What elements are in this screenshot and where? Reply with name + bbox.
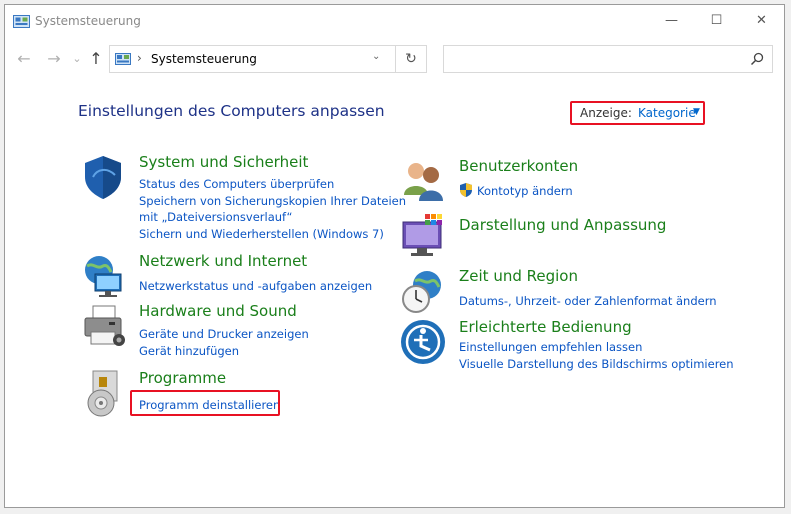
link-add-device[interactable]: Gerät hinzufügen — [139, 344, 239, 358]
shield-icon[interactable] — [79, 153, 127, 201]
users-icon[interactable] — [399, 157, 447, 205]
link-devices-printers[interactable]: Geräte und Drucker anzeigen — [139, 327, 309, 341]
view-by-selector[interactable]: Anzeige: Kategorie ▼ — [570, 101, 705, 125]
title-bar: Systemsteuerung — ☐ ✕ — [5, 5, 784, 37]
category-network-internet: Netzwerk und Internet Netzwerkstatus und… — [79, 252, 399, 297]
highlight-uninstall-box — [130, 390, 280, 416]
address-dropdown-button[interactable]: ⌄ — [372, 51, 380, 62]
category-user-accounts: Benutzerkonten Kontotyp ändern — [399, 157, 719, 202]
chevron-down-icon: ▼ — [693, 107, 700, 117]
link-date-time-format[interactable]: Datums-, Uhrzeit- oder Zahlenformat ände… — [459, 294, 717, 308]
window-title: Systemsteuerung — [35, 14, 141, 28]
category-title[interactable]: Erleichterte Bedienung — [459, 318, 632, 336]
breadcrumb-control-panel[interactable]: Systemsteuerung — [151, 52, 257, 66]
up-button[interactable]: ↑ — [87, 49, 105, 69]
category-title[interactable]: System und Sicherheit — [139, 153, 308, 171]
category-time-region: Zeit und Region Datums-, Uhrzeit- oder Z… — [399, 267, 719, 317]
back-button[interactable]: ← — [15, 49, 33, 69]
accessibility-icon[interactable] — [399, 318, 447, 366]
category-title[interactable]: Zeit und Region — [459, 267, 578, 285]
link-optimize-display[interactable]: Visuelle Darstellung des Bildschirms opt… — [459, 357, 734, 371]
view-by-value[interactable]: Kategorie — [638, 106, 696, 120]
link-change-account-type[interactable]: Kontotyp ändern — [477, 184, 573, 198]
category-hardware-sound: Hardware und Sound Geräte und Drucker an… — [79, 302, 399, 362]
minimize-button[interactable]: — — [649, 5, 694, 37]
network-globe-icon[interactable] — [79, 252, 127, 300]
category-appearance: Darstellung und Anpassung — [399, 212, 719, 262]
monitor-palette-icon[interactable] — [399, 212, 447, 260]
view-by-label: Anzeige: — [580, 106, 632, 120]
search-input[interactable] — [443, 45, 773, 73]
address-bar[interactable]: › Systemsteuerung ⌄ ↻ — [109, 45, 427, 73]
forward-button[interactable]: → — [45, 49, 63, 69]
link-network-status[interactable]: Netzwerkstatus und -aufgaben anzeigen — [139, 279, 372, 293]
close-button[interactable]: ✕ — [739, 5, 784, 37]
link-file-history[interactable]: mit „Dateiversionsverlauf“ — [139, 210, 292, 224]
programs-disc-icon[interactable] — [79, 369, 127, 417]
refresh-button[interactable]: ↻ — [395, 46, 426, 72]
link-backup-files[interactable]: Speichern von Sicherungskopien Ihrer Dat… — [139, 194, 406, 208]
control-panel-icon — [13, 15, 30, 28]
category-title[interactable]: Hardware und Sound — [139, 302, 297, 320]
breadcrumb-separator: › — [137, 51, 142, 65]
category-title[interactable]: Benutzerkonten — [459, 157, 578, 175]
control-panel-window: Systemsteuerung — ☐ ✕ ← → ⌄ ↑ › Systemst… — [4, 4, 785, 508]
category-title[interactable]: Netzwerk und Internet — [139, 252, 307, 270]
category-title[interactable]: Programme — [139, 369, 226, 387]
uac-shield-icon — [460, 183, 472, 197]
navigation-bar: ← → ⌄ ↑ › Systemsteuerung ⌄ ↻ — [5, 43, 784, 75]
recent-locations-button[interactable]: ⌄ — [68, 49, 86, 69]
search-icon — [750, 52, 764, 66]
link-backup-restore[interactable]: Sichern und Wiederherstellen (Windows 7) — [139, 227, 384, 241]
category-title[interactable]: Darstellung und Anpassung — [459, 216, 666, 234]
link-recommend-settings[interactable]: Einstellungen empfehlen lassen — [459, 340, 642, 354]
clock-globe-icon[interactable] — [399, 267, 447, 315]
category-ease-of-access: Erleichterte Bedienung Einstellungen emp… — [399, 318, 734, 373]
printer-icon[interactable] — [79, 302, 127, 350]
category-system-security: System und Sicherheit Status des Compute… — [79, 153, 406, 243]
link-check-status[interactable]: Status des Computers überprüfen — [139, 177, 334, 191]
control-panel-icon — [115, 53, 131, 65]
page-title: Einstellungen des Computers anpassen — [78, 102, 385, 120]
maximize-button[interactable]: ☐ — [694, 5, 739, 37]
